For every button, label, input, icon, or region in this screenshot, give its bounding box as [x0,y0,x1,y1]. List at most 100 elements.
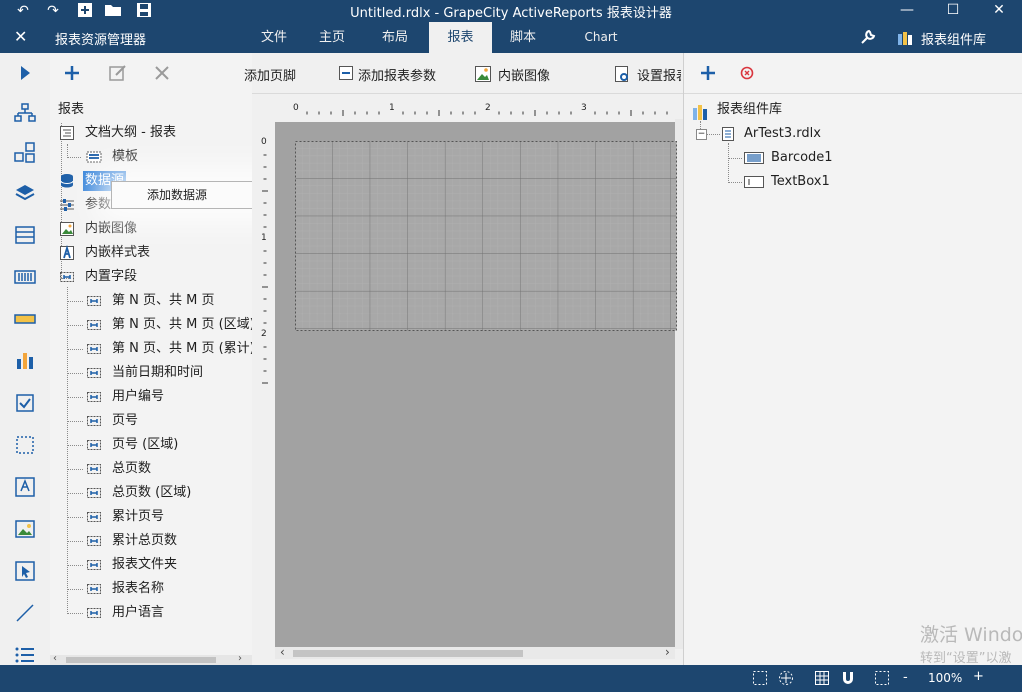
builtin-field-item[interactable]: 第 N 页、共 M 页 [112,291,214,311]
report-library-panel: 报表组件库 − ArTest3.rdlx Barcode1 TextBox1 激… [683,53,1022,666]
datasource-icon [59,173,75,189]
builtin-field-item[interactable]: 累计页号 [112,507,164,527]
builtin-field-item[interactable]: 报表文件夹 [112,555,177,575]
design-surface[interactable] [275,122,677,647]
parameters-icon [59,197,75,213]
zoom-out-button[interactable]: - [903,670,908,685]
canvas-scroll-thumb[interactable] [293,650,523,657]
fit-page-icon[interactable] [873,670,891,689]
ruler-tick-1: 1 [389,103,395,113]
report-settings-command[interactable]: 设置报表 [637,65,681,84]
select-mode-icon[interactable] [752,670,768,689]
builtin-field-icon [86,317,102,333]
builtin-field-item[interactable]: 第 N 页、共 M 页 (累计) [112,339,255,359]
scroll-thumb[interactable] [66,657,216,663]
container-icon[interactable] [13,433,37,457]
add-report-parameter-command[interactable]: 添加报表参数 [358,65,436,84]
list-icon[interactable] [13,643,37,667]
builtin-field-item[interactable]: 报表名称 [112,579,164,599]
window-title: Untitled.rdlx - GrapeCity ActiveReports … [350,6,672,21]
scroll-left-icon[interactable]: ‹ [53,653,57,664]
components-icon[interactable] [13,141,37,165]
library-file[interactable]: ArTest3.rdlx [744,124,821,144]
minimize-button[interactable]: — [884,0,930,22]
builtin-field-item[interactable]: 页号 (区域) [112,435,178,455]
canvas-hscrollbar[interactable]: ‹ › [275,645,675,659]
line-icon[interactable] [13,601,37,625]
embedded-image-icon [59,221,75,237]
pointer-icon[interactable] [13,559,37,583]
tree-item-outline[interactable]: 文档大纲 - 报表 [85,123,176,143]
delete-icon[interactable] [152,63,172,83]
canvas-scroll-left-icon[interactable]: ‹ [280,645,285,659]
library-add-icon[interactable] [698,63,718,86]
checkbox-icon[interactable] [13,391,37,415]
builtin-field-item[interactable]: 累计总页数 [112,531,177,551]
builtin-field-icon [86,461,102,477]
add-icon[interactable] [62,63,82,83]
status-bar: - 100% + [0,665,1022,692]
layers-icon[interactable] [13,181,37,205]
tab-file[interactable]: 文件 [245,22,303,53]
pan-icon[interactable] [778,670,794,689]
tab-home[interactable]: 主页 [303,22,361,53]
tree-item-parameters[interactable]: 参数 [85,195,111,215]
snap-magnet-icon[interactable] [840,670,856,689]
builtin-field-icon [86,389,102,405]
tree-item-stylesheets[interactable]: 内嵌样式表 [85,243,150,263]
builtin-field-item[interactable]: 总页数 [112,459,151,479]
play-icon[interactable] [13,61,37,85]
embedded-image-command-icon [474,65,492,86]
embedded-image-command[interactable]: 内嵌图像 [498,65,550,84]
wrench-icon[interactable] [860,29,876,48]
tree-root[interactable]: 报表 [58,100,84,120]
textbox-icon[interactable] [13,307,37,331]
chart-icon[interactable] [13,349,37,373]
library-component-barcode[interactable]: Barcode1 [771,148,833,168]
builtin-fields-icon [59,269,75,285]
library-component-textbox[interactable]: TextBox1 [771,172,830,192]
builtin-field-item[interactable]: 用户语言 [112,603,164,623]
builtin-field-item[interactable]: 第 N 页、共 M 页 (区域) [112,315,255,335]
report-body-grid[interactable] [295,141,677,331]
tree-item-builtin-fields[interactable]: 内置字段 [85,267,137,287]
ruler-tick-3: 3 [581,103,587,113]
edit-icon[interactable] [108,63,128,83]
builtin-field-item[interactable]: 页号 [112,411,138,431]
tab-report[interactable]: 报表 [429,22,492,53]
builtin-field-icon [86,557,102,573]
table-icon[interactable] [13,223,37,247]
close-window-button[interactable]: ✕ [976,0,1022,22]
barcode-icon[interactable] [13,265,37,289]
add-page-footer-command[interactable]: 添加页脚 [244,65,296,84]
image-icon[interactable] [13,517,37,541]
tree-item-embedded-images[interactable]: 内嵌图像 [85,219,137,239]
builtin-field-item[interactable]: 当前日期和时间 [112,363,203,383]
tab-layout[interactable]: 布局 [366,22,424,53]
canvas-scroll-right-icon[interactable]: › [665,645,670,659]
refresh-icon[interactable] [739,65,755,84]
builtin-field-icon [86,293,102,309]
library-root[interactable]: 报表组件库 [717,100,782,120]
library-root-icon [692,103,708,120]
grid-icon[interactable] [814,670,830,689]
tab-script[interactable]: 脚本 [494,22,552,53]
tree-item-template[interactable]: 模板 [112,147,138,167]
formatted-text-icon[interactable] [13,475,37,499]
builtin-field-icon [86,341,102,357]
tab-chart[interactable]: Chart [572,22,630,53]
add-datasource-menu-item[interactable]: 添加数据源 [147,186,207,203]
hierarchy-icon[interactable] [13,101,37,125]
zoom-in-button[interactable]: + [973,669,984,684]
builtin-field-item[interactable]: 用户编号 [112,387,164,407]
builtin-field-item[interactable]: 总页数 (区域) [112,483,191,503]
maximize-button[interactable]: ☐ [930,0,976,22]
scroll-right-icon[interactable]: › [238,653,242,664]
builtin-field-icon [86,581,102,597]
library-title: 报表组件库 [921,33,987,48]
close-icon[interactable]: ✕ [14,27,27,46]
builtin-field-icon [86,509,102,525]
title-bar: ↶ ↷ Untitled.rdlx - GrapeCity ActiveRepo… [0,0,1022,22]
explorer-hscrollbar[interactable]: ‹ › [50,653,252,665]
report-settings-icon [614,65,630,86]
